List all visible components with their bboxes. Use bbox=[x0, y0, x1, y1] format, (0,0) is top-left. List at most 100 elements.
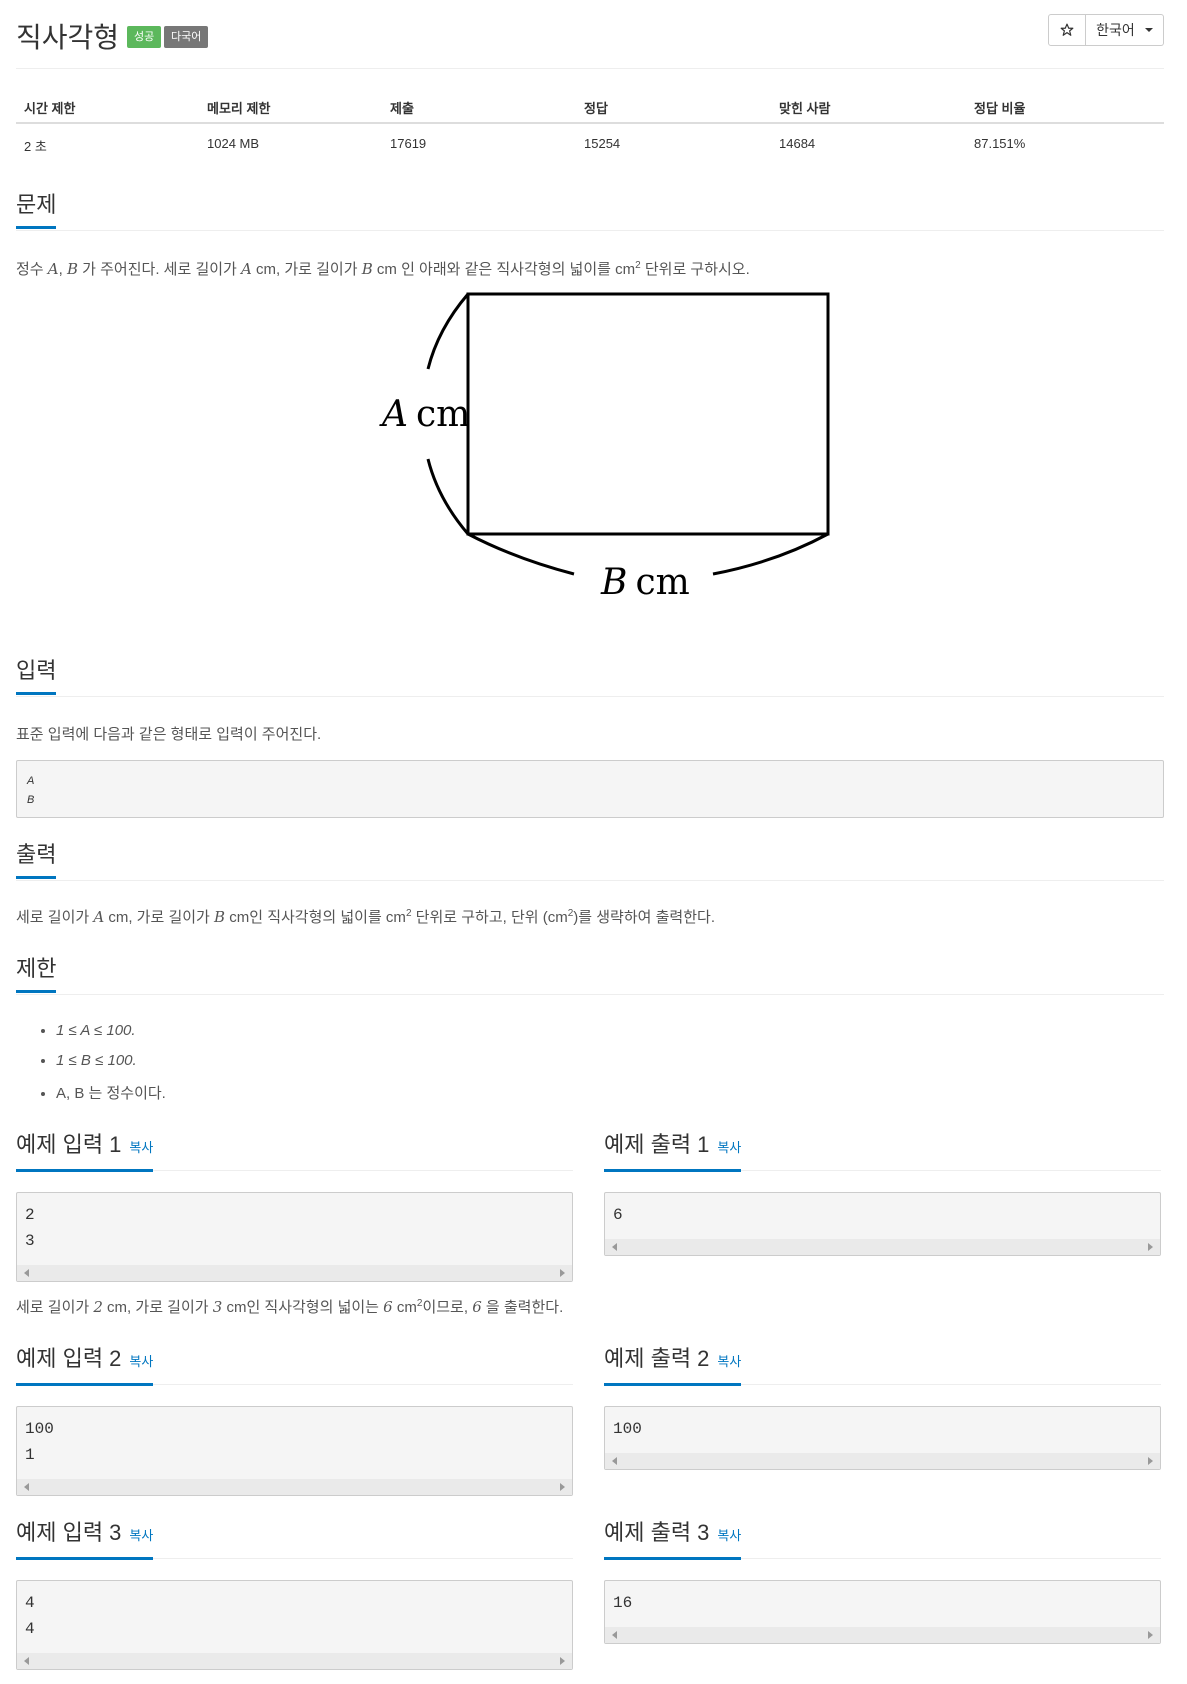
figure-rectangle bbox=[466, 292, 830, 536]
figure-arc-left-bottom bbox=[426, 458, 470, 535]
chevron-down-icon bbox=[1144, 28, 1153, 32]
scroll-right-icon[interactable] bbox=[1148, 1631, 1153, 1639]
copy-button[interactable]: 복사 bbox=[129, 1140, 153, 1155]
favorite-button[interactable] bbox=[1048, 14, 1086, 46]
section-title: 예제 출력 1 bbox=[604, 1132, 710, 1157]
info-ratio: 87.151% bbox=[974, 136, 1026, 151]
sample-line: 2 bbox=[25, 1206, 35, 1224]
status-badge-multilang: 다국어 bbox=[164, 26, 209, 48]
horizontal-scrollbar[interactable] bbox=[17, 1265, 572, 1281]
scroll-left-icon[interactable] bbox=[24, 1657, 29, 1665]
section-sample-input-1: 예제 입력 1 복사 bbox=[16, 1130, 573, 1172]
horizontal-scrollbar[interactable] bbox=[605, 1239, 1160, 1255]
copy-button[interactable]: 복사 bbox=[717, 1528, 741, 1543]
sample-output-1-block[interactable]: 6 bbox=[604, 1192, 1161, 1256]
limit-item: A, B 는 정수이다. bbox=[56, 1082, 166, 1112]
scroll-left-icon[interactable] bbox=[24, 1483, 29, 1491]
scroll-left-icon[interactable] bbox=[612, 1631, 617, 1639]
info-header-accepted: 정답 bbox=[584, 101, 608, 116]
section-title: 문제 bbox=[16, 190, 57, 229]
info-header-row: 시간 제한 메모리 제한 제출 정답 맞힌 사람 정답 비율 bbox=[16, 90, 1164, 124]
sample-line: 1 bbox=[25, 1446, 35, 1464]
input-description: 표준 입력에 다음과 같은 형태로 입력이 주어진다. bbox=[16, 726, 322, 743]
input-format-block: A B bbox=[16, 760, 1164, 818]
sample-input-3-block[interactable]: 4 4 bbox=[16, 1580, 573, 1670]
info-memory: 1024 MB bbox=[207, 136, 260, 151]
figure-arc-bottom-left bbox=[467, 532, 575, 576]
problem-info-table: 시간 제한 메모리 제한 제출 정답 맞힌 사람 정답 비율 2 초 1024 … bbox=[16, 90, 1164, 156]
copy-button[interactable]: 복사 bbox=[129, 1354, 153, 1369]
horizontal-scrollbar[interactable] bbox=[17, 1479, 572, 1495]
section-title: 예제 입력 3 bbox=[16, 1520, 122, 1545]
scroll-left-icon[interactable] bbox=[24, 1269, 29, 1277]
limit-item: 1 ≤ A ≤ 100. bbox=[56, 1022, 166, 1052]
section-sample-input-3: 예제 입력 3 복사 bbox=[16, 1518, 573, 1560]
title-row: 직사각형 성공 다국어 한국어 bbox=[16, 14, 1164, 54]
info-header-time: 시간 제한 bbox=[24, 101, 76, 116]
rectangle-figure: Acm Bcm bbox=[379, 292, 830, 603]
sample-input-2-block[interactable]: 100 1 bbox=[16, 1406, 573, 1496]
figure-label-b: Bcm bbox=[600, 562, 690, 603]
language-dropdown[interactable]: 한국어 bbox=[1086, 14, 1164, 46]
copy-button[interactable]: 복사 bbox=[129, 1528, 153, 1543]
info-accepted: 15254 bbox=[584, 136, 621, 151]
scroll-right-icon[interactable] bbox=[560, 1483, 565, 1491]
sample-1-explanation: 세로 길이가 2 cm, 가로 길이가 3 cm인 직사각형의 넓이는 6 cm… bbox=[16, 1298, 564, 1316]
info-value-row: 2 초 1024 MB 17619 15254 14684 87.151% bbox=[16, 124, 1164, 156]
section-title: 예제 출력 3 bbox=[604, 1520, 710, 1545]
header-divider bbox=[16, 68, 1164, 69]
horizontal-scrollbar[interactable] bbox=[605, 1627, 1160, 1643]
info-submissions: 17619 bbox=[390, 136, 427, 151]
info-solvers: 14684 bbox=[779, 136, 816, 151]
info-time: 2 초 bbox=[24, 139, 47, 154]
status-badge-success: 성공 bbox=[127, 26, 162, 48]
scroll-right-icon[interactable] bbox=[1148, 1457, 1153, 1465]
horizontal-scrollbar[interactable] bbox=[605, 1453, 1160, 1469]
section-title: 제한 bbox=[16, 954, 57, 993]
scroll-left-icon[interactable] bbox=[612, 1457, 617, 1465]
info-header-ratio: 정답 비율 bbox=[974, 101, 1026, 116]
sample-line: 100 bbox=[613, 1420, 642, 1438]
copy-button[interactable]: 복사 bbox=[717, 1354, 741, 1369]
figure-arc-left-top bbox=[426, 293, 470, 370]
section-title: 입력 bbox=[16, 656, 57, 695]
section-limits: 제한 bbox=[16, 954, 1164, 995]
horizontal-scrollbar[interactable] bbox=[17, 1653, 572, 1669]
section-input: 입력 bbox=[16, 656, 1164, 697]
section-title: 예제 출력 2 bbox=[604, 1346, 710, 1371]
section-sample-output-1: 예제 출력 1 복사 bbox=[604, 1130, 1161, 1172]
section-problem: 문제 bbox=[16, 190, 1164, 231]
scroll-right-icon[interactable] bbox=[1148, 1243, 1153, 1251]
section-title: 예제 입력 2 bbox=[16, 1346, 122, 1371]
figure-label-a: Acm bbox=[379, 394, 470, 435]
sample-line: 4 bbox=[25, 1620, 35, 1638]
output-description: 세로 길이가 A cm, 가로 길이가 B cm인 직사각형의 넓이를 cm2 … bbox=[16, 908, 715, 926]
copy-button[interactable]: 복사 bbox=[717, 1140, 741, 1155]
scroll-right-icon[interactable] bbox=[560, 1269, 565, 1277]
problem-description: 정수 A, B 가 주어진다. 세로 길이가 A cm, 가로 길이가 B cm… bbox=[16, 260, 750, 278]
page-title: 직사각형 bbox=[16, 22, 120, 53]
sample-line: 6 bbox=[613, 1206, 623, 1224]
scroll-right-icon[interactable] bbox=[560, 1657, 565, 1665]
info-header-submissions: 제출 bbox=[390, 101, 414, 116]
info-header-memory: 메모리 제한 bbox=[207, 101, 271, 116]
info-header-solvers: 맞힌 사람 bbox=[779, 101, 831, 116]
sample-line: 16 bbox=[613, 1594, 633, 1612]
limit-item: 1 ≤ B ≤ 100. bbox=[56, 1052, 166, 1082]
limits-list: 1 ≤ A ≤ 100. 1 ≤ B ≤ 100. A, B 는 정수이다. bbox=[34, 1022, 166, 1112]
input-format-line: B bbox=[27, 794, 35, 806]
sample-line: 4 bbox=[25, 1594, 35, 1612]
star-icon bbox=[1060, 23, 1074, 36]
sample-input-1-block[interactable]: 2 3 bbox=[16, 1192, 573, 1282]
sample-output-3-block[interactable]: 16 bbox=[604, 1580, 1161, 1644]
sample-output-2-block[interactable]: 100 bbox=[604, 1406, 1161, 1470]
input-format-line: A bbox=[27, 775, 35, 787]
scroll-left-icon[interactable] bbox=[612, 1243, 617, 1251]
section-sample-output-2: 예제 출력 2 복사 bbox=[604, 1344, 1161, 1386]
section-sample-input-2: 예제 입력 2 복사 bbox=[16, 1344, 573, 1386]
language-label: 한국어 bbox=[1096, 22, 1135, 38]
sample-line: 3 bbox=[25, 1232, 35, 1250]
section-title: 예제 입력 1 bbox=[16, 1132, 122, 1157]
section-sample-output-3: 예제 출력 3 복사 bbox=[604, 1518, 1161, 1560]
figure-arc-bottom-right bbox=[712, 532, 829, 576]
